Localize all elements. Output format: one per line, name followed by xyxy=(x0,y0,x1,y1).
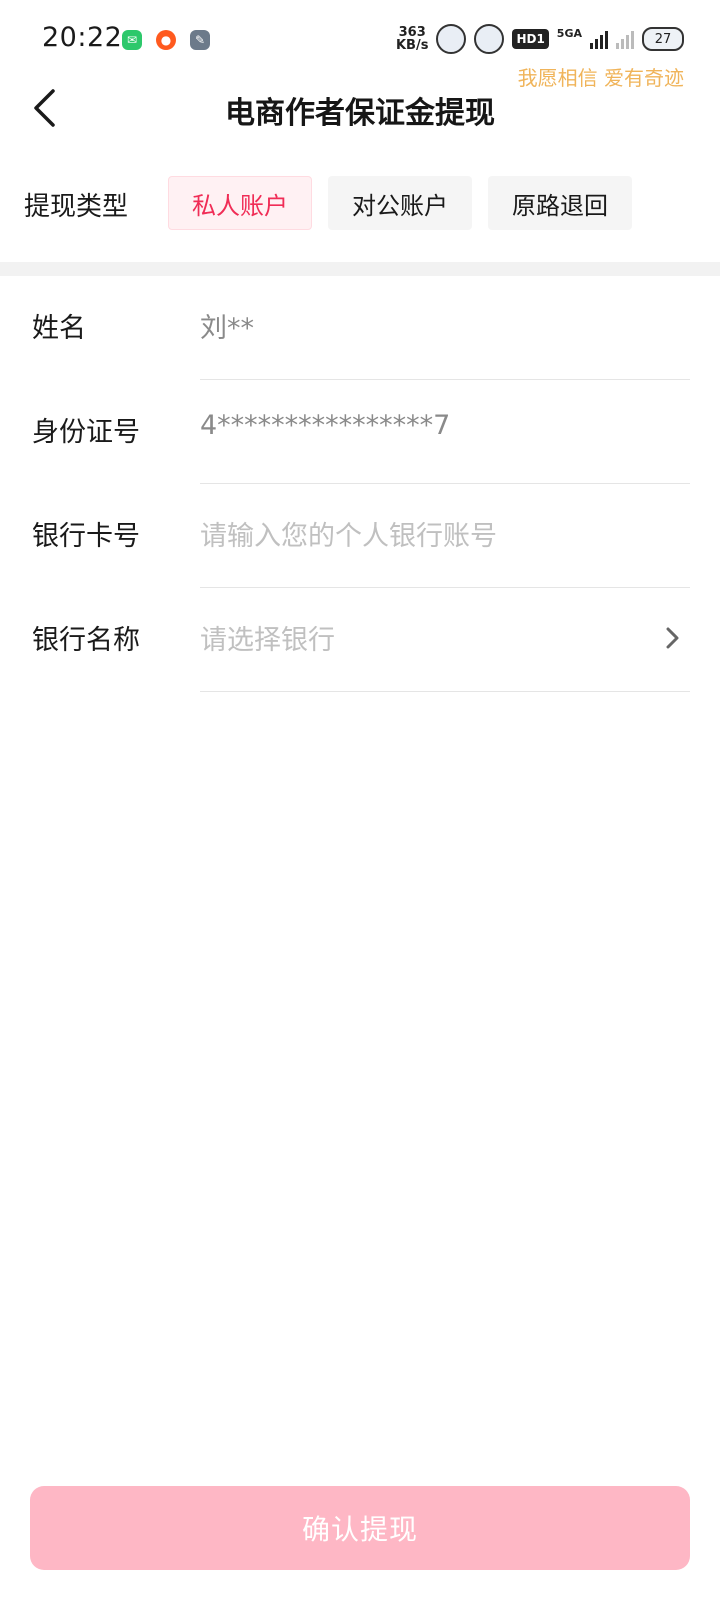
taobao-icon: ● xyxy=(156,30,176,50)
tab-original-refund[interactable]: 原路退回 xyxy=(488,176,632,230)
withdraw-type-label: 提现类型 xyxy=(24,192,129,222)
id-number-value: 4****************7 xyxy=(200,410,451,441)
name-value: 刘** xyxy=(200,313,254,344)
bank-card-row: 银行卡号 请输入您的个人银行账号 xyxy=(0,484,720,588)
status-time: 20:22 xyxy=(42,22,123,53)
name-label: 姓名 xyxy=(32,313,86,344)
sticker-icon xyxy=(436,24,467,54)
hd-badge: HD1 xyxy=(512,29,549,49)
bank-card-label: 银行卡号 xyxy=(32,521,140,552)
signal-secondary-icon xyxy=(616,29,634,49)
battery-icon: 27 xyxy=(642,27,684,51)
toolbox-icon: ✎ xyxy=(190,30,210,50)
withdraw-type-row: 提现类型 私人账户 对公账户 原路退回 xyxy=(0,176,720,230)
divider xyxy=(200,691,690,692)
bank-name-label: 银行名称 xyxy=(32,625,140,656)
signal-icon xyxy=(590,29,608,49)
id-number-row: 身份证号 4****************7 xyxy=(0,380,720,484)
battery-level: 27 xyxy=(654,31,672,47)
bank-card-input[interactable]: 请输入您的个人银行账号 xyxy=(200,514,497,553)
header: 电商作者保证金提现 xyxy=(0,80,720,138)
tab-personal-account[interactable]: 私人账户 xyxy=(168,176,312,230)
network-speed: 363 KB/s xyxy=(396,26,428,52)
network-type: 5GA xyxy=(556,26,582,40)
confirm-withdraw-button[interactable]: 确认提现 xyxy=(30,1486,690,1570)
status-app-icons: ✉ ● ✎ xyxy=(122,30,210,50)
name-row: 姓名 刘** xyxy=(0,276,720,380)
chevron-right-icon xyxy=(666,627,679,649)
withdraw-type-tabs: 私人账户 对公账户 原路退回 xyxy=(168,176,632,230)
page-title: 电商作者保证金提现 xyxy=(225,96,495,131)
network-speed-unit: KB/s xyxy=(395,38,429,53)
wechat-icon: ✉ xyxy=(122,30,142,50)
section-divider xyxy=(0,262,720,276)
status-bar: 20:22 ✉ ● ✎ 363 KB/s HD1 5GA 27 我愿相信 爱有奇… xyxy=(0,0,720,90)
id-number-label: 身份证号 xyxy=(32,417,140,448)
bank-name-select[interactable]: 请选择银行 xyxy=(200,618,335,657)
bank-name-row[interactable]: 银行名称 请选择银行 xyxy=(0,588,720,692)
status-indicators: 363 KB/s HD1 5GA 27 xyxy=(396,24,684,54)
sticker-icon xyxy=(474,24,505,54)
tab-corporate-account[interactable]: 对公账户 xyxy=(328,176,472,230)
